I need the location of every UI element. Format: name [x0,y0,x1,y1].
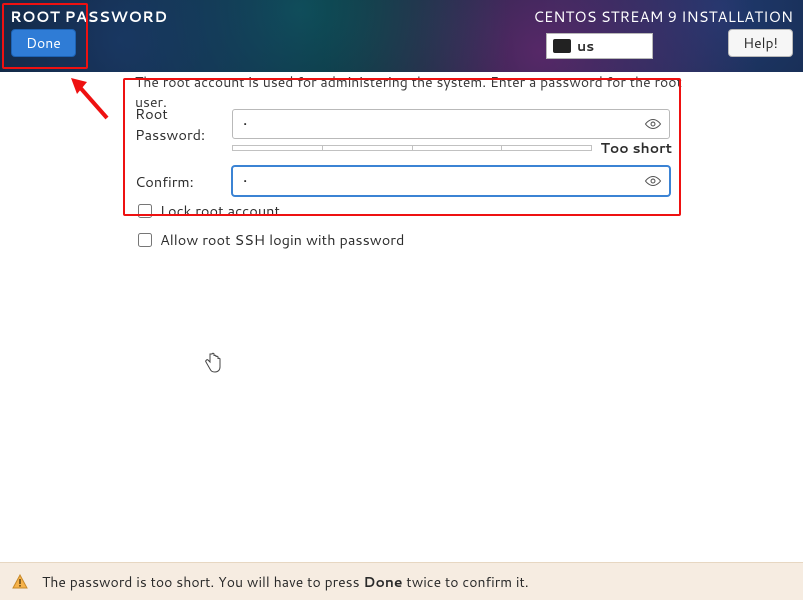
warning-text: The password is too short. You will have… [42,572,529,592]
warning-icon [12,574,28,590]
password-strength-label: Too short [600,138,672,158]
confirm-input-wrapper [232,166,670,196]
lock-root-checkbox[interactable] [138,204,152,218]
strength-row: Too short [232,138,672,158]
warning-bar: The password is too short. You will have… [0,562,803,600]
keyboard-icon [553,39,571,53]
ssh-login-row: Allow root SSH login with password [138,229,404,250]
done-button[interactable]: Done [11,29,76,57]
lock-root-row: Lock root account [138,200,280,221]
ssh-login-checkbox[interactable] [138,233,152,247]
ssh-login-label: Allow root SSH login with password [160,229,404,250]
password-input-wrapper [232,109,670,139]
keyboard-layout-label: us [577,36,594,56]
password-strength-meter [232,145,592,151]
password-label: Root Password: [135,103,232,145]
done-button-label: Done [26,33,61,53]
confirm-input[interactable] [232,166,670,196]
help-button-label: Help! [743,33,778,53]
warning-text-bold: Done [363,572,402,592]
keyboard-layout-selector[interactable]: us [546,33,653,59]
page-subtitle: CENTOS STREAM 9 INSTALLATION [533,6,793,27]
show-password-icon[interactable] [644,116,662,132]
password-input[interactable] [232,109,670,139]
header: ROOT PASSWORD CENTOS STREAM 9 INSTALLATI… [0,0,803,72]
lock-root-label: Lock root account [160,200,280,221]
show-confirm-icon[interactable] [644,173,662,189]
cursor-hand-icon [204,352,222,374]
help-button[interactable]: Help! [728,29,793,57]
confirm-label: Confirm: [135,171,232,192]
confirm-row: Confirm: [135,166,670,196]
page-title: ROOT PASSWORD [10,6,167,27]
warning-text-after: twice to confirm it. [403,572,529,592]
warning-text-before: The password is too short. You will have… [42,572,363,592]
form-body: The root account is used for administeri… [0,72,803,562]
